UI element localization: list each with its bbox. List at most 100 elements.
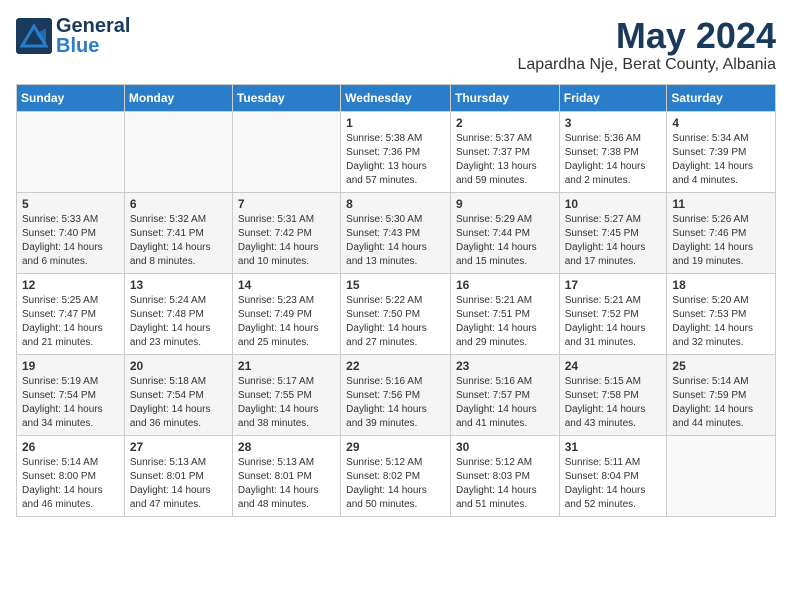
day-number: 6 — [130, 197, 227, 211]
calendar-cell: 5 Sunrise: 5:33 AMSunset: 7:40 PMDayligh… — [17, 192, 125, 273]
location-subtitle: Lapardha Nje, Berat County, Albania — [517, 56, 776, 74]
day-info: Sunrise: 5:12 AMSunset: 8:03 PMDaylight:… — [456, 456, 554, 512]
day-info: Sunrise: 5:26 AMSunset: 7:46 PMDaylight:… — [672, 213, 770, 269]
day-info: Sunrise: 5:16 AMSunset: 7:56 PMDaylight:… — [346, 375, 445, 431]
calendar-cell: 19 Sunrise: 5:19 AMSunset: 7:54 PMDaylig… — [17, 354, 125, 435]
calendar-week-row: 19 Sunrise: 5:19 AMSunset: 7:54 PMDaylig… — [17, 354, 776, 435]
day-number: 2 — [456, 116, 554, 130]
logo-blue: Blue — [56, 36, 130, 56]
calendar-cell: 27 Sunrise: 5:13 AMSunset: 8:01 PMDaylig… — [124, 435, 232, 516]
calendar-cell: 25 Sunrise: 5:14 AMSunset: 7:59 PMDaylig… — [667, 354, 776, 435]
day-info: Sunrise: 5:14 AMSunset: 8:00 PMDaylight:… — [22, 456, 119, 512]
calendar-cell: 16 Sunrise: 5:21 AMSunset: 7:51 PMDaylig… — [450, 273, 559, 354]
day-number: 16 — [456, 278, 554, 292]
day-info: Sunrise: 5:29 AMSunset: 7:44 PMDaylight:… — [456, 213, 554, 269]
calendar-week-row: 5 Sunrise: 5:33 AMSunset: 7:40 PMDayligh… — [17, 192, 776, 273]
calendar-cell: 8 Sunrise: 5:30 AMSunset: 7:43 PMDayligh… — [341, 192, 451, 273]
day-number: 25 — [672, 359, 770, 373]
day-info: Sunrise: 5:34 AMSunset: 7:39 PMDaylight:… — [672, 132, 770, 188]
page-header: General Blue May 2024 Lapardha Nje, Bera… — [16, 16, 776, 74]
calendar-cell: 1 Sunrise: 5:38 AMSunset: 7:36 PMDayligh… — [341, 111, 451, 192]
day-number: 1 — [346, 116, 445, 130]
logo-general: General — [56, 16, 130, 36]
title-block: May 2024 Lapardha Nje, Berat County, Alb… — [517, 16, 776, 74]
day-number: 23 — [456, 359, 554, 373]
day-info: Sunrise: 5:13 AMSunset: 8:01 PMDaylight:… — [238, 456, 335, 512]
calendar-cell: 12 Sunrise: 5:25 AMSunset: 7:47 PMDaylig… — [17, 273, 125, 354]
day-number: 10 — [565, 197, 662, 211]
calendar-cell: 4 Sunrise: 5:34 AMSunset: 7:39 PMDayligh… — [667, 111, 776, 192]
day-number: 4 — [672, 116, 770, 130]
day-number: 19 — [22, 359, 119, 373]
day-number: 21 — [238, 359, 335, 373]
calendar-cell: 2 Sunrise: 5:37 AMSunset: 7:37 PMDayligh… — [450, 111, 559, 192]
day-number: 20 — [130, 359, 227, 373]
day-info: Sunrise: 5:15 AMSunset: 7:58 PMDaylight:… — [565, 375, 662, 431]
column-header-monday: Monday — [124, 84, 232, 111]
day-info: Sunrise: 5:21 AMSunset: 7:51 PMDaylight:… — [456, 294, 554, 350]
calendar-cell: 15 Sunrise: 5:22 AMSunset: 7:50 PMDaylig… — [341, 273, 451, 354]
day-number: 12 — [22, 278, 119, 292]
day-number: 8 — [346, 197, 445, 211]
day-number: 27 — [130, 440, 227, 454]
calendar-cell: 17 Sunrise: 5:21 AMSunset: 7:52 PMDaylig… — [559, 273, 667, 354]
column-header-friday: Friday — [559, 84, 667, 111]
day-info: Sunrise: 5:31 AMSunset: 7:42 PMDaylight:… — [238, 213, 335, 269]
day-info: Sunrise: 5:37 AMSunset: 7:37 PMDaylight:… — [456, 132, 554, 188]
day-info: Sunrise: 5:38 AMSunset: 7:36 PMDaylight:… — [346, 132, 445, 188]
calendar-week-row: 26 Sunrise: 5:14 AMSunset: 8:00 PMDaylig… — [17, 435, 776, 516]
month-year-title: May 2024 — [517, 16, 776, 56]
calendar-cell: 18 Sunrise: 5:20 AMSunset: 7:53 PMDaylig… — [667, 273, 776, 354]
day-number: 24 — [565, 359, 662, 373]
calendar-cell: 31 Sunrise: 5:11 AMSunset: 8:04 PMDaylig… — [559, 435, 667, 516]
calendar-week-row: 1 Sunrise: 5:38 AMSunset: 7:36 PMDayligh… — [17, 111, 776, 192]
logo-icon — [16, 18, 52, 54]
day-number: 31 — [565, 440, 662, 454]
column-header-wednesday: Wednesday — [341, 84, 451, 111]
day-number: 17 — [565, 278, 662, 292]
calendar-cell: 22 Sunrise: 5:16 AMSunset: 7:56 PMDaylig… — [341, 354, 451, 435]
day-number: 26 — [22, 440, 119, 454]
column-header-sunday: Sunday — [17, 84, 125, 111]
day-info: Sunrise: 5:19 AMSunset: 7:54 PMDaylight:… — [22, 375, 119, 431]
day-number: 9 — [456, 197, 554, 211]
logo-text: General Blue — [56, 16, 130, 56]
column-header-thursday: Thursday — [450, 84, 559, 111]
day-info: Sunrise: 5:18 AMSunset: 7:54 PMDaylight:… — [130, 375, 227, 431]
calendar-week-row: 12 Sunrise: 5:25 AMSunset: 7:47 PMDaylig… — [17, 273, 776, 354]
day-number: 11 — [672, 197, 770, 211]
day-number: 15 — [346, 278, 445, 292]
calendar-cell: 7 Sunrise: 5:31 AMSunset: 7:42 PMDayligh… — [232, 192, 340, 273]
day-info: Sunrise: 5:11 AMSunset: 8:04 PMDaylight:… — [565, 456, 662, 512]
calendar-cell: 3 Sunrise: 5:36 AMSunset: 7:38 PMDayligh… — [559, 111, 667, 192]
calendar-cell: 11 Sunrise: 5:26 AMSunset: 7:46 PMDaylig… — [667, 192, 776, 273]
day-info: Sunrise: 5:23 AMSunset: 7:49 PMDaylight:… — [238, 294, 335, 350]
calendar-cell: 20 Sunrise: 5:18 AMSunset: 7:54 PMDaylig… — [124, 354, 232, 435]
day-number: 5 — [22, 197, 119, 211]
day-info: Sunrise: 5:14 AMSunset: 7:59 PMDaylight:… — [672, 375, 770, 431]
calendar-cell: 9 Sunrise: 5:29 AMSunset: 7:44 PMDayligh… — [450, 192, 559, 273]
day-info: Sunrise: 5:36 AMSunset: 7:38 PMDaylight:… — [565, 132, 662, 188]
day-number: 22 — [346, 359, 445, 373]
logo: General Blue — [16, 16, 130, 56]
calendar-table: SundayMondayTuesdayWednesdayThursdayFrid… — [16, 84, 776, 517]
day-info: Sunrise: 5:27 AMSunset: 7:45 PMDaylight:… — [565, 213, 662, 269]
day-number: 7 — [238, 197, 335, 211]
day-number: 3 — [565, 116, 662, 130]
calendar-cell — [124, 111, 232, 192]
day-info: Sunrise: 5:16 AMSunset: 7:57 PMDaylight:… — [456, 375, 554, 431]
day-info: Sunrise: 5:12 AMSunset: 8:02 PMDaylight:… — [346, 456, 445, 512]
day-info: Sunrise: 5:20 AMSunset: 7:53 PMDaylight:… — [672, 294, 770, 350]
calendar-cell — [17, 111, 125, 192]
day-number: 29 — [346, 440, 445, 454]
calendar-cell: 24 Sunrise: 5:15 AMSunset: 7:58 PMDaylig… — [559, 354, 667, 435]
day-number: 28 — [238, 440, 335, 454]
day-number: 14 — [238, 278, 335, 292]
calendar-cell: 30 Sunrise: 5:12 AMSunset: 8:03 PMDaylig… — [450, 435, 559, 516]
day-info: Sunrise: 5:33 AMSunset: 7:40 PMDaylight:… — [22, 213, 119, 269]
calendar-cell: 26 Sunrise: 5:14 AMSunset: 8:00 PMDaylig… — [17, 435, 125, 516]
calendar-cell — [667, 435, 776, 516]
calendar-header-row: SundayMondayTuesdayWednesdayThursdayFrid… — [17, 84, 776, 111]
day-number: 30 — [456, 440, 554, 454]
day-info: Sunrise: 5:22 AMSunset: 7:50 PMDaylight:… — [346, 294, 445, 350]
